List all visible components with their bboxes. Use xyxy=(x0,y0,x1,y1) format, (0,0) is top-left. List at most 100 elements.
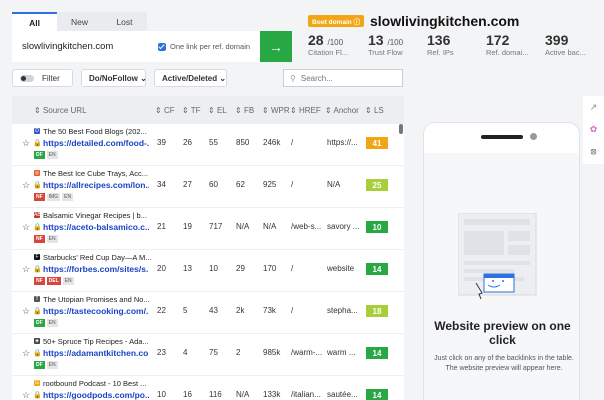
cell-tf: 13 xyxy=(183,264,192,273)
col-el[interactable]: ⇕ EL xyxy=(208,106,227,115)
search-box: ⚲ xyxy=(283,69,403,87)
boot-domain-badge[interactable]: Boot domain ⓘ xyxy=(308,15,365,27)
row-url-link[interactable]: https://adamantkitchen.co... xyxy=(43,348,149,358)
tag-badge: NF xyxy=(34,193,45,201)
table-header: ⇕ Source URL ⇕ CF ⇕ TF ⇕ EL ⇕ FB ⇕ WPR ⇕… xyxy=(12,96,404,124)
row-tags: DF EN xyxy=(34,151,58,159)
col-ls[interactable]: ⇕ LS xyxy=(365,106,384,115)
table-row[interactable]: ☆ Grootbound Podcast - 10 Best ... 🔒 https:… xyxy=(12,376,404,400)
star-icon[interactable]: ☆ xyxy=(22,390,30,400)
cell-wpr: 133k xyxy=(263,390,281,399)
lock-icon: 🔒 xyxy=(33,392,42,399)
tag-badge: EN xyxy=(62,193,74,201)
row-title: Balsamic Vinegar Recipes | b... xyxy=(43,211,147,220)
info-icon: ⓘ xyxy=(353,19,361,26)
filter-toggle-button[interactable]: Filter xyxy=(12,69,73,87)
table-row[interactable]: ☆ AB Balsamic Vinegar Recipes | b... 🔒 https… xyxy=(12,208,404,250)
cell-fb: 62 xyxy=(236,180,245,189)
star-icon[interactable]: ☆ xyxy=(22,180,30,191)
cell-fb: N/A xyxy=(236,390,250,399)
col-source-url[interactable]: ⇕ Source URL xyxy=(34,106,87,115)
col-wpr[interactable]: ⇕ WPR xyxy=(262,106,290,115)
tag-badge: IMG xyxy=(46,193,61,201)
cell-cf: 39 xyxy=(157,138,166,147)
cell-wpr: 925 xyxy=(263,180,277,189)
row-tags: DF EN xyxy=(34,319,58,327)
table-body: ☆ D The 50 Best Food Blogs (202... 🔒 https:/… xyxy=(12,124,404,400)
stat-ref-ips: 136 Ref. IPs xyxy=(427,32,454,57)
row-tags: NF EN xyxy=(34,235,58,243)
row-url-link[interactable]: https://goodpods.com/po... xyxy=(43,390,149,400)
cell-fb: 29 xyxy=(236,264,245,273)
domain-input[interactable] xyxy=(12,31,158,62)
row-tags: NF IMG EN xyxy=(34,193,74,201)
cell-cf: 21 xyxy=(157,222,166,231)
star-icon[interactable]: ☆ xyxy=(22,264,30,275)
table-row[interactable]: ☆ F Starbucks' Red Cup Day—A M... 🔒 https://… xyxy=(12,250,404,292)
dofollow-dropdown[interactable]: Do/NoFollow ⌄ xyxy=(81,69,147,87)
lock-icon: 🔒 xyxy=(33,266,42,273)
ls-score-badge: 10 xyxy=(366,221,388,233)
filter-bar: Filter Do/NoFollow ⌄ Active/Deleted ⌄ xyxy=(12,69,227,87)
tag-badge: NF xyxy=(34,235,45,243)
cell-cf: 10 xyxy=(157,390,166,399)
cell-anchor: stepha... xyxy=(327,306,358,315)
cell-wpr: 170 xyxy=(263,264,277,273)
row-url-link[interactable]: https://tastecooking.com/... xyxy=(43,306,149,316)
preview-title: Website preview on one click xyxy=(434,319,571,347)
brain-icon[interactable]: ✿ xyxy=(583,118,604,140)
star-icon[interactable]: ☆ xyxy=(22,138,30,149)
col-anchor[interactable]: ⇕ Anchor xyxy=(325,106,359,115)
table-row[interactable]: ☆ T The Utopian Promises and No... 🔒 https:/… xyxy=(12,292,404,334)
cell-href: /warm-... xyxy=(291,348,323,357)
ls-score-badge: 14 xyxy=(366,263,388,275)
row-url-link[interactable]: https://forbes.com/sites/s... xyxy=(43,264,149,274)
external-link-icon[interactable]: ↗ xyxy=(583,96,604,118)
tag-badge: DEL xyxy=(46,277,61,285)
search-input[interactable] xyxy=(300,73,391,83)
eye-off-icon[interactable]: ⦻ xyxy=(583,140,604,162)
tag-badge: DF xyxy=(34,151,45,159)
ls-score-badge: 18 xyxy=(366,305,388,317)
cell-el: 55 xyxy=(209,138,218,147)
table-row[interactable]: ☆ D The 50 Best Food Blogs (202... 🔒 https:/… xyxy=(12,124,404,166)
row-url-link[interactable]: https://allrecipes.com/lon... xyxy=(43,180,149,190)
cell-el: 60 xyxy=(209,180,218,189)
col-fb[interactable]: ⇕ FB xyxy=(235,106,254,115)
col-href[interactable]: ⇕ HREF xyxy=(290,106,321,115)
cell-el: 717 xyxy=(209,222,223,231)
col-tf[interactable]: ⇕ TF xyxy=(182,106,201,115)
tag-badge: DF xyxy=(34,361,45,369)
ls-score-badge: 14 xyxy=(366,347,388,359)
star-icon[interactable]: ☆ xyxy=(22,222,30,233)
cell-cf: 22 xyxy=(157,306,166,315)
tab-all[interactable]: All xyxy=(12,12,57,31)
row-title: The Utopian Promises and No... xyxy=(43,295,150,304)
cell-tf: 5 xyxy=(183,306,188,315)
tag-badge: EN xyxy=(46,235,58,243)
search-icon: ⚲ xyxy=(290,73,296,83)
star-icon[interactable]: ☆ xyxy=(22,348,30,359)
table-row[interactable]: ☆ ◎ The Best Ice Cube Trays, Acc... 🔒 https:… xyxy=(12,166,404,208)
table-row[interactable]: ☆ ◈ 50+ Spruce Tip Recipes - Ada... 🔒 https:… xyxy=(12,334,404,376)
cell-anchor: https://... xyxy=(327,138,358,147)
cell-anchor: sautée... xyxy=(327,390,358,399)
tab-lost[interactable]: Lost xyxy=(102,12,147,31)
toggle-switch-icon xyxy=(20,74,34,82)
go-button[interactable]: → xyxy=(260,31,292,62)
row-title: rootbound Podcast - 10 Best ... xyxy=(43,379,147,388)
active-deleted-dropdown[interactable]: Active/Deleted ⌄ xyxy=(154,69,227,87)
tab-new[interactable]: New xyxy=(57,12,102,31)
one-link-checkbox[interactable] xyxy=(158,42,166,51)
cell-fb: 2 xyxy=(236,348,241,357)
col-cf[interactable]: ⇕ CF xyxy=(155,106,175,115)
cell-wpr: 246k xyxy=(263,138,281,147)
cell-el: 10 xyxy=(209,264,218,273)
row-url-link[interactable]: https://detailed.com/food-... xyxy=(43,138,149,148)
domain-search-panel: All New Lost One link per ref. domain → xyxy=(12,12,292,62)
star-icon[interactable]: ☆ xyxy=(22,306,30,317)
row-url-link[interactable]: https://aceto-balsamico.c... xyxy=(43,222,149,232)
row-title: Starbucks' Red Cup Day—A M... xyxy=(43,253,152,262)
lock-icon: 🔒 xyxy=(33,308,42,315)
cell-fb: N/A xyxy=(236,222,250,231)
